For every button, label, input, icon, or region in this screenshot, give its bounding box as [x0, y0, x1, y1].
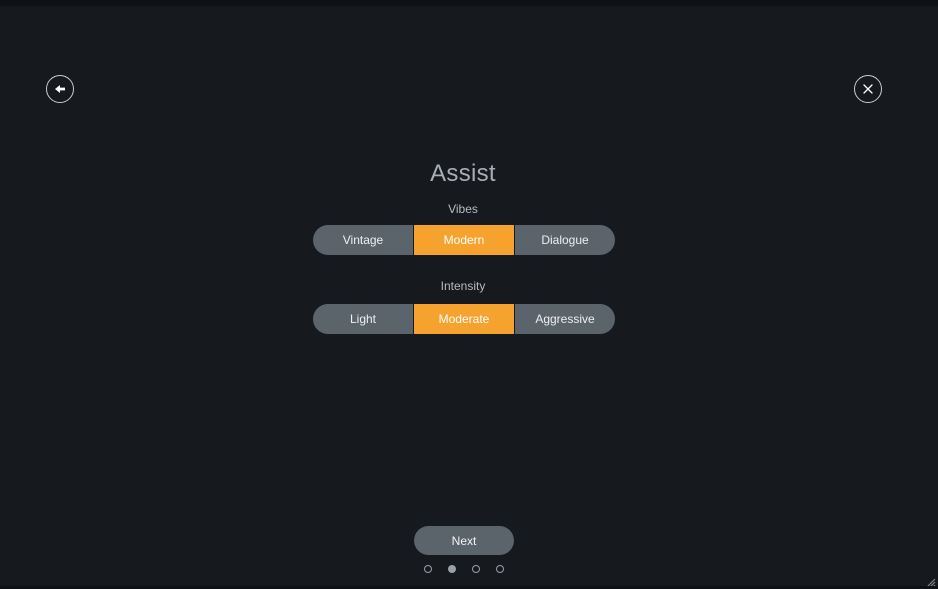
close-icon [863, 84, 873, 94]
top-bar [0, 0, 938, 6]
intensity-option-aggressive[interactable]: Aggressive [514, 304, 615, 334]
back-button[interactable] [46, 75, 74, 103]
vibes-label: Vibes [448, 202, 478, 216]
vibes-selector: Vintage Modern Dialogue [313, 225, 615, 255]
resize-grip-icon[interactable] [926, 575, 936, 588]
pagination-dot-2[interactable] [448, 565, 456, 573]
pagination-dot-3[interactable] [472, 565, 480, 573]
back-arrow-icon [54, 83, 66, 95]
pagination-dot-1[interactable] [424, 565, 432, 573]
intensity-option-moderate[interactable]: Moderate [413, 304, 514, 334]
onboarding-screen: Assist Vibes Vintage Modern Dialogue Int… [0, 0, 938, 589]
intensity-selector: Light Moderate Aggressive [313, 304, 615, 334]
intensity-option-light[interactable]: Light [313, 304, 413, 334]
vibes-option-modern[interactable]: Modern [413, 225, 514, 255]
pagination-dot-4[interactable] [496, 565, 504, 573]
intensity-label: Intensity [440, 279, 486, 293]
vibes-option-dialogue[interactable]: Dialogue [514, 225, 615, 255]
vibes-option-vintage[interactable]: Vintage [313, 225, 413, 255]
next-button[interactable]: Next [414, 526, 514, 555]
page-title: Assist [430, 160, 496, 187]
pagination-dots [424, 565, 504, 573]
close-button[interactable] [854, 75, 882, 103]
